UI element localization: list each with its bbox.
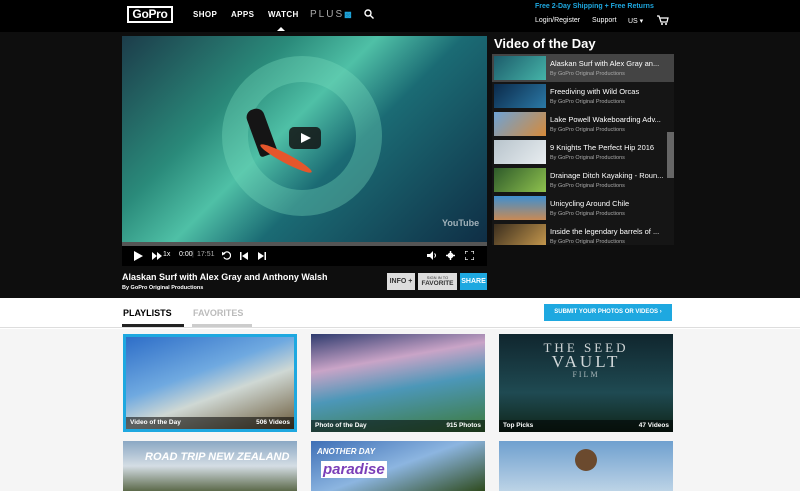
list-item-title: Lake Powell Wakeboarding Adv...	[550, 115, 661, 124]
play-icon[interactable]	[134, 251, 143, 261]
list-item-title: 9 Knights The Perfect Hip 2016	[550, 143, 655, 152]
list-item-by: By GoPro Original Productions	[550, 127, 625, 133]
video-thumbnail	[494, 84, 546, 108]
nav-plus[interactable]: PLUS▩	[310, 9, 354, 20]
video-thumbnail	[494, 196, 546, 220]
seed-vault-line3: FILM	[572, 370, 600, 379]
cart-icon[interactable]	[657, 15, 669, 25]
speed-label[interactable]: 1x	[163, 251, 170, 258]
time-separator: |	[192, 251, 194, 258]
play-overlay-button[interactable]	[289, 127, 321, 149]
tab-playlists[interactable]: PLAYLISTS	[123, 308, 172, 318]
promo-banner[interactable]: Free 2-Day Shipping + Free Returns	[535, 3, 654, 10]
player-controls: 1x 0:00 | 17:51	[122, 246, 487, 266]
list-item-by: By GoPro Original Productions	[550, 155, 625, 161]
info-button[interactable]: INFO +	[387, 273, 415, 290]
list-item-by: By GoPro Original Productions	[550, 99, 625, 105]
volume-icon[interactable]	[427, 251, 437, 260]
playlist-count: 915 Photos	[446, 422, 481, 429]
playlist-name: Video of the Day	[130, 419, 181, 426]
support-link[interactable]: Support	[592, 17, 617, 24]
list-item-title: Unicycling Around Chile	[550, 199, 630, 208]
playlist-card[interactable]: ANOTHER DAY paradise	[311, 441, 485, 491]
video-thumbnail	[494, 224, 546, 245]
fullscreen-icon[interactable]	[465, 251, 474, 260]
playlist-caption: Video of the Day 506 Videos	[126, 417, 294, 429]
playlist-count: 506 Videos	[256, 419, 290, 426]
search-icon[interactable]	[364, 9, 374, 19]
another-day-overlay: ANOTHER DAY	[317, 447, 376, 456]
playlist-grid: Video of the Day 506 Videos Photo of the…	[0, 329, 800, 491]
share-button[interactable]: SHARE	[460, 273, 487, 290]
playlist-caption: Photo of the Day 915 Photos	[311, 420, 485, 432]
list-item-by: By GoPro Original Productions	[550, 183, 625, 189]
list-item-title: Freediving with Wild Orcas	[550, 87, 640, 96]
playlist-name: Photo of the Day	[315, 422, 367, 429]
playlist-card[interactable]: Video of the Day 506 Videos	[123, 334, 297, 432]
list-item[interactable]: Freediving with Wild Orcas By GoPro Orig…	[492, 82, 674, 110]
youtube-watermark[interactable]: YouTube	[442, 218, 479, 228]
list-item-by: By GoPro Original Productions	[550, 71, 625, 77]
favorite-button[interactable]: SIGN IN TO FAVORITE	[418, 273, 457, 290]
list-item[interactable]: Drainage Ditch Kayaking - Roun... By GoP…	[492, 166, 674, 194]
playlist-caption: Top Picks 47 Videos	[499, 420, 673, 432]
list-item-by: By GoPro Original Productions	[550, 239, 625, 245]
list-item-title: Alaskan Surf with Alex Gray an...	[550, 59, 660, 68]
video-thumbnail	[494, 168, 546, 192]
list-item[interactable]: Unicycling Around Chile By GoPro Origina…	[492, 194, 674, 222]
video-thumbnail	[494, 140, 546, 164]
nav-shop[interactable]: SHOP	[193, 10, 217, 19]
video-thumbnail	[494, 56, 546, 80]
video-stage: YouTube 1x 0:00 | 17:51 Alaskan Surf wit…	[0, 32, 800, 298]
list-item[interactable]: Lake Powell Wakeboarding Adv... By GoPro…	[492, 110, 674, 138]
list-item[interactable]: Alaskan Surf with Alex Gray an... By GoP…	[492, 54, 674, 82]
gopro-logo[interactable]: GoPro	[127, 6, 173, 23]
list-item[interactable]: Inside the legendary barrels of ... By G…	[492, 222, 674, 245]
next-icon[interactable]	[258, 252, 266, 260]
duration: 17:51	[197, 251, 215, 258]
tab-favorites[interactable]: FAVORITES	[193, 308, 243, 318]
plus-grid-icon: ▩	[344, 10, 354, 19]
video-thumbnail	[494, 112, 546, 136]
playlist-card[interactable]: THE SEED VAULT FILM Top Picks 47 Videos	[499, 334, 673, 432]
video-title: Alaskan Surf with Alex Gray and Anthony …	[122, 272, 328, 282]
nav-watch[interactable]: WATCH	[268, 10, 299, 31]
video-list: Alaskan Surf with Alex Gray an... By GoP…	[492, 54, 674, 245]
nav-apps[interactable]: APPS	[231, 10, 254, 19]
video-player[interactable]: YouTube	[122, 36, 487, 242]
video-byline[interactable]: By GoPro Original Productions	[122, 285, 203, 291]
playlist-name: Top Picks	[503, 422, 534, 429]
previous-icon[interactable]	[240, 252, 248, 260]
list-scrollbar[interactable]	[667, 132, 674, 178]
roadtrip-overlay: ROAD TRIP NEW ZEALAND	[145, 451, 290, 463]
list-item[interactable]: 9 Knights The Perfect Hip 2016 By GoPro …	[492, 138, 674, 166]
settings-gear-icon[interactable]	[446, 251, 455, 260]
paradise-overlay: paradise	[321, 461, 387, 478]
fast-forward-icon[interactable]	[152, 252, 162, 260]
seed-vault-line2: VAULT	[551, 352, 621, 371]
playlist-count: 47 Videos	[638, 422, 669, 429]
plus-label: PLUS	[310, 9, 345, 20]
balloon-shape	[575, 449, 597, 471]
replay-icon[interactable]	[222, 251, 231, 260]
tab-playlists-underline	[122, 324, 184, 327]
video-of-the-day-heading: Video of the Day	[494, 36, 596, 51]
submit-media-button[interactable]: SUBMIT YOUR PHOTOS OR VIDEOS ›	[544, 304, 672, 321]
tab-favorites-underline	[192, 324, 252, 327]
favorite-label: FAVORITE	[421, 280, 454, 287]
list-item-by: By GoPro Original Productions	[550, 211, 625, 217]
playlist-card[interactable]	[499, 441, 673, 491]
current-time: 0:00	[179, 251, 193, 258]
list-item-title: Inside the legendary barrels of ...	[550, 227, 660, 236]
playlist-tabs-row: PLAYLISTS FAVORITES SUBMIT YOUR PHOTOS O…	[0, 298, 800, 328]
login-link[interactable]: Login/Register	[535, 17, 580, 24]
region-select[interactable]: US ▾	[628, 17, 643, 25]
top-nav-bar: GoPro SHOP APPS WATCH PLUS▩ Free 2-Day S…	[0, 0, 800, 32]
playlist-card[interactable]: ROAD TRIP NEW ZEALAND	[123, 441, 297, 491]
playlist-card[interactable]: Photo of the Day 915 Photos	[311, 334, 485, 432]
list-item-title: Drainage Ditch Kayaking - Roun...	[550, 171, 664, 180]
